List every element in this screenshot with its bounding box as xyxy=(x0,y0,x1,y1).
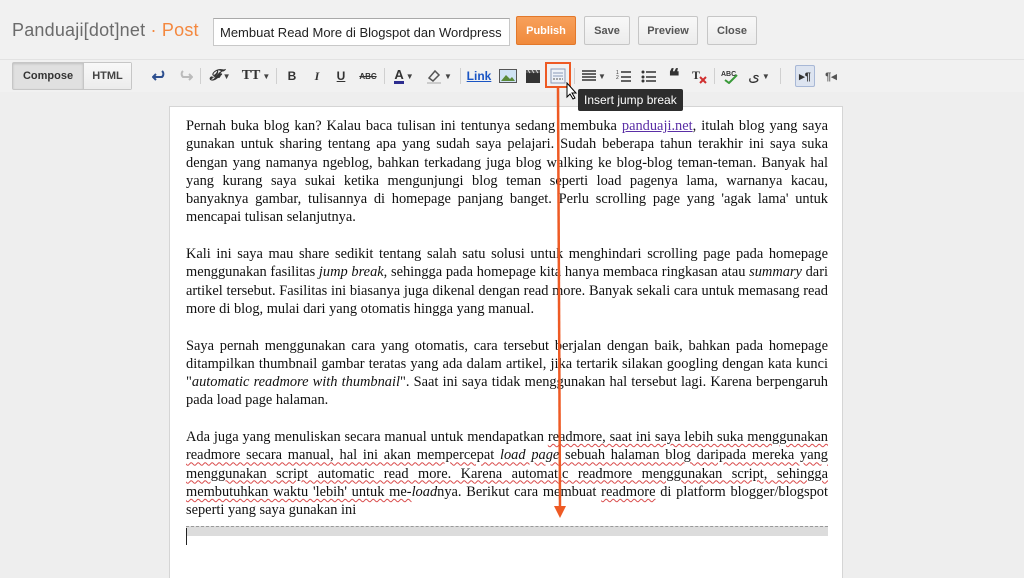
undo-icon[interactable] xyxy=(151,65,169,87)
close-button[interactable]: Close xyxy=(707,16,757,45)
alignment-icon[interactable]: ▼ xyxy=(580,65,608,87)
jump-break-marker[interactable] xyxy=(186,526,828,536)
italic-text: load xyxy=(411,483,438,500)
paragraph-1: Pernah buka blog kan? Kalau baca tulisan… xyxy=(186,117,828,227)
mouse-pointer-icon xyxy=(566,81,578,105)
post-title-input[interactable] xyxy=(213,18,510,46)
bold-icon[interactable]: B xyxy=(285,65,299,87)
post-body[interactable]: Pernah buka blog kan? Kalau baca tulisan… xyxy=(186,117,828,538)
brand-separator: · xyxy=(145,20,162,40)
save-button[interactable]: Save xyxy=(584,16,630,45)
post-editor[interactable]: Pernah buka blog kan? Kalau baca tulisan… xyxy=(169,106,843,578)
text: , sehingga pada homepage kita hanya memb… xyxy=(383,264,750,281)
text: , itulah blog yang saya gunakan untuk sh… xyxy=(186,118,828,226)
mode-switcher: Compose HTML xyxy=(12,62,132,90)
blog-brand[interactable]: Panduaji[dot]net · Post xyxy=(12,20,199,41)
publish-button[interactable]: Publish xyxy=(516,16,576,45)
text: Pernah buka blog kan? Kalau baca tulisan… xyxy=(186,118,622,134)
editor-header: Panduaji[dot]net · Post Publish Save Pre… xyxy=(0,0,1024,60)
italic-icon[interactable]: I xyxy=(310,65,324,87)
strikethrough-icon[interactable]: ABC xyxy=(357,65,379,87)
page-type: Post xyxy=(161,20,199,40)
paragraph-2: Kali ini saya mau share sedikit tentang … xyxy=(186,245,828,318)
toolbar-divider xyxy=(460,68,461,84)
italic-text: jump break xyxy=(318,264,384,281)
text-color-icon[interactable]: A ▼ xyxy=(390,65,418,87)
toolbar-divider xyxy=(200,68,201,84)
image-icon[interactable] xyxy=(498,65,518,87)
toolbar-divider xyxy=(276,68,277,84)
compose-tab[interactable]: Compose xyxy=(13,63,83,89)
numbered-list-icon[interactable]: 12 xyxy=(615,65,633,87)
paragraph-3: Saya pernah menggunakan cara yang otomat… xyxy=(186,337,828,410)
quote-icon[interactable]: ❝ xyxy=(665,65,683,88)
text-caret xyxy=(186,528,187,545)
spellcheck-text: readmore xyxy=(601,483,656,500)
svg-text:T: T xyxy=(692,68,700,82)
link-button[interactable]: Link xyxy=(466,65,492,87)
toolbar-divider xyxy=(384,68,385,84)
text: Ada juga yang menuliskan secara manual u… xyxy=(186,429,548,446)
tooltip: Insert jump break xyxy=(578,89,683,111)
rtl-icon[interactable]: ¶◂ xyxy=(821,65,841,87)
italic-text: summary xyxy=(749,264,802,281)
input-tools-icon[interactable]: ی ▼ xyxy=(745,65,773,87)
toolbar-divider xyxy=(714,68,715,84)
formatting-toolbar: Compose HTML 𝓕 ▼ TT ▼ B I U ABC A ▼ ▼ Link … xyxy=(0,60,1024,92)
toolbar-divider xyxy=(780,68,781,84)
text: nya. Berikut cara membuat xyxy=(437,483,602,500)
paragraph-4: Ada juga yang menuliskan secara manual u… xyxy=(186,428,828,519)
video-icon[interactable] xyxy=(523,65,543,87)
html-tab[interactable]: HTML xyxy=(83,63,131,89)
underline-icon[interactable]: U xyxy=(334,65,348,87)
preview-button[interactable]: Preview xyxy=(638,16,698,45)
svg-text:2: 2 xyxy=(616,75,619,81)
italic-text: load page xyxy=(494,447,560,464)
site-link[interactable]: panduaji.net xyxy=(622,118,693,134)
blog-name[interactable]: Panduaji[dot]net xyxy=(12,20,145,40)
font-family-icon[interactable]: 𝓕 ▼ xyxy=(206,65,234,87)
remove-formatting-icon[interactable]: T xyxy=(690,65,708,87)
spell-check-icon[interactable]: ABC xyxy=(720,65,740,87)
font-size-icon[interactable]: TT ▼ xyxy=(241,65,271,87)
ltr-icon[interactable]: ▸¶ xyxy=(795,65,815,87)
bulleted-list-icon[interactable] xyxy=(640,65,658,87)
highlight-color-icon[interactable]: ▼ xyxy=(424,65,454,87)
italic-text: automatic readmore with thumbnail xyxy=(191,374,400,391)
redo-icon[interactable] xyxy=(176,65,194,87)
